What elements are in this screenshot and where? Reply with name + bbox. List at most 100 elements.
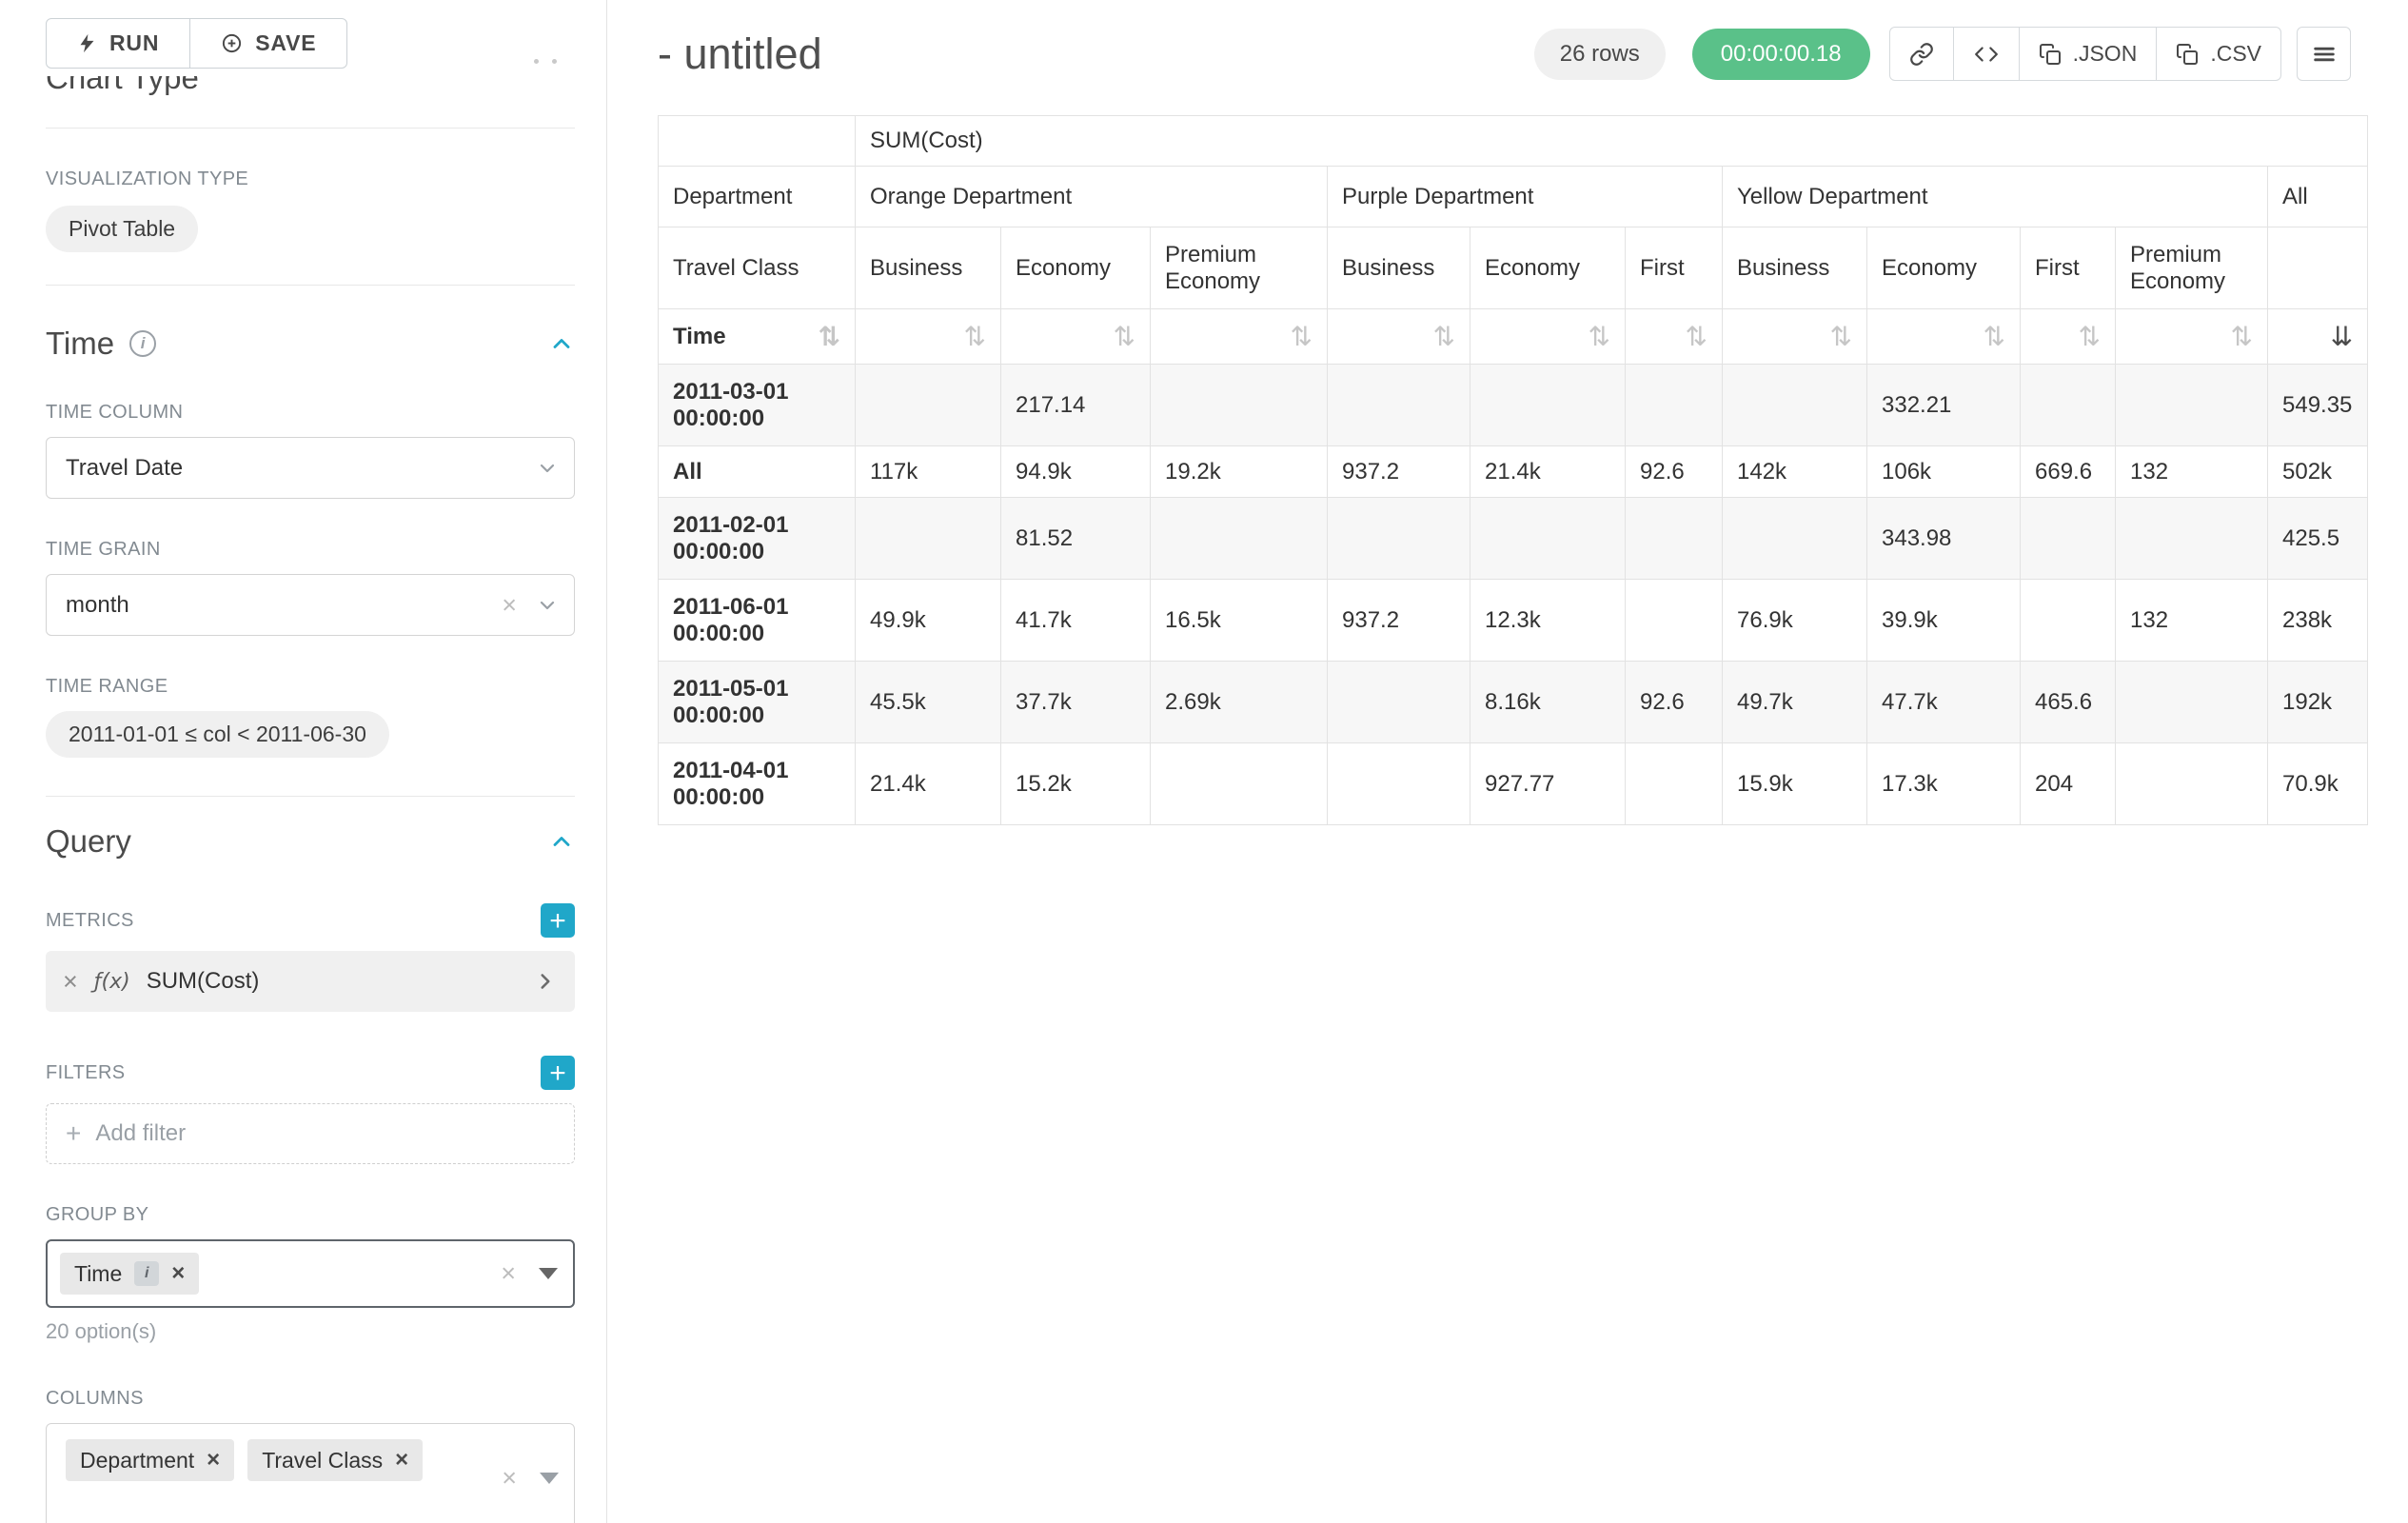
sort-header-cell[interactable]: ⇅ [1001, 309, 1151, 365]
run-button-label: RUN [109, 30, 159, 56]
chevron-up-icon[interactable] [548, 330, 575, 357]
add-metric-button[interactable]: + [541, 903, 575, 938]
time-grain-value: month [66, 592, 129, 619]
remove-tag-icon[interactable]: × [395, 1447, 408, 1474]
remove-tag-icon[interactable]: × [207, 1447, 220, 1474]
sort-header-cell[interactable]: ⇅ [1723, 309, 1867, 365]
sort-icon[interactable]: ⇅ [2231, 324, 2253, 350]
travel-class-header-cell: Economy [1001, 227, 1151, 309]
time-sort-header-cell[interactable]: Time ⇅ [659, 309, 856, 365]
pivot-value-cell [2116, 498, 2268, 580]
pivot-value-cell: 19.2k [1151, 446, 1328, 498]
filters-label: FILTERS [46, 1062, 126, 1084]
chevron-down-icon [536, 457, 559, 480]
pivot-value-cell: 937.2 [1328, 580, 1470, 662]
time-section-header[interactable]: Time i [46, 326, 575, 362]
pivot-value-cell [2116, 743, 2268, 825]
columns-label: COLUMNS [46, 1388, 575, 1410]
sort-icon[interactable]: ⇅ [1589, 324, 1610, 350]
sort-icon[interactable]: ⇅ [2079, 324, 2101, 350]
sort-icon[interactable]: ⇅ [1686, 324, 1707, 350]
query-timer-badge: 00:00:00.18 [1692, 29, 1870, 80]
export-json-button[interactable]: .JSON [2019, 27, 2158, 81]
visualization-type-value[interactable]: Pivot Table [46, 206, 198, 252]
group-by-select[interactable]: Time i × × [46, 1239, 575, 1308]
pivot-row: All117k94.9k19.2k937.221.4k92.6142k106k6… [659, 446, 2368, 498]
export-csv-label: .CSV [2210, 41, 2261, 67]
sort-header-cell[interactable]: ⇅ [2021, 309, 2116, 365]
sort-header-cell[interactable]: ⇊ [2268, 309, 2368, 365]
lightning-icon [77, 31, 97, 55]
pivot-value-cell: 39.9k [1867, 580, 2021, 662]
sort-header-cell[interactable]: ⇅ [1328, 309, 1470, 365]
sort-icon[interactable]: ⇅ [1114, 324, 1135, 350]
clear-icon[interactable]: × [502, 590, 517, 620]
more-options-button[interactable] [2297, 27, 2351, 81]
add-filter-dropzone[interactable]: + Add filter [46, 1103, 575, 1164]
query-section-header[interactable]: Query [46, 823, 575, 860]
sort-icon[interactable]: ⇅ [964, 324, 986, 350]
pivot-value-cell: 549.35 [2268, 365, 2368, 446]
pivot-value-cell: 92.6 [1626, 446, 1723, 498]
pivot-value-cell [1328, 365, 1470, 446]
pivot-value-cell: 2.69k [1151, 662, 1328, 743]
time-column-select[interactable]: Travel Date [46, 437, 575, 499]
chevron-up-icon[interactable] [548, 828, 575, 855]
group-by-tag-time[interactable]: Time i × [60, 1253, 199, 1295]
divider [46, 796, 575, 797]
sort-header-cell[interactable]: ⇅ [856, 309, 1001, 365]
sort-desc-active-icon[interactable]: ⇊ [2331, 324, 2353, 350]
sort-icon[interactable]: ⇅ [1830, 324, 1852, 350]
view-query-button[interactable] [1953, 27, 2020, 81]
columns-select[interactable]: Department × Travel Class × × [46, 1423, 575, 1523]
pivot-value-cell: 49.7k [1723, 662, 1867, 743]
sort-icon[interactable]: ⇅ [1291, 324, 1313, 350]
pivot-value-cell: 92.6 [1626, 662, 1723, 743]
pivot-row-label: 2011-04-01 00:00:00 [659, 743, 856, 825]
pivot-value-cell: 465.6 [2021, 662, 2116, 743]
time-grain-label: TIME GRAIN [46, 539, 575, 561]
sort-header-cell[interactable]: ⇅ [1867, 309, 2021, 365]
sort-header-cell[interactable]: ⇅ [1470, 309, 1626, 365]
sort-header-cell[interactable]: ⇅ [1626, 309, 1723, 365]
chevron-right-icon[interactable] [533, 969, 558, 994]
pivot-value-cell: 132 [2116, 446, 2268, 498]
add-filter-button[interactable]: + [541, 1056, 575, 1090]
travel-class-header-cell: Business [1723, 227, 1867, 309]
pivot-value-cell: 132 [2116, 580, 2268, 662]
query-section-title: Query [46, 823, 131, 860]
sort-header-cell[interactable]: ⇅ [1151, 309, 1328, 365]
clear-icon[interactable]: × [502, 1464, 517, 1493]
export-csv-button[interactable]: .CSV [2156, 27, 2281, 81]
travel-class-header-cell: First [2021, 227, 2116, 309]
time-grain-select[interactable]: month × [46, 574, 575, 636]
sort-header-cell[interactable]: ⇅ [2116, 309, 2268, 365]
filters-label-row: FILTERS + [46, 1056, 575, 1090]
sort-icon[interactable]: ⇅ [1433, 324, 1455, 350]
link-icon [1909, 42, 1934, 67]
save-button[interactable]: SAVE [189, 18, 347, 69]
time-range-value[interactable]: 2011-01-01 ≤ col < 2011-06-30 [46, 711, 389, 758]
pivot-value-cell: 94.9k [1001, 446, 1151, 498]
chart-title[interactable]: - untitled [658, 30, 822, 79]
chart-type-section: Chart Type [46, 76, 575, 112]
code-icon [1973, 42, 2000, 67]
pivot-value-cell: 16.5k [1151, 580, 1328, 662]
sort-icon[interactable]: ⇅ [1984, 324, 2005, 350]
sort-icon[interactable]: ⇅ [819, 324, 840, 350]
remove-metric-icon[interactable]: × [63, 967, 78, 997]
pivot-value-cell: 21.4k [856, 743, 1001, 825]
share-link-button[interactable] [1889, 27, 1954, 81]
department-header-row: Department Orange Department Purple Depa… [659, 167, 2368, 227]
plus-icon: + [66, 1118, 81, 1149]
metric-pill[interactable]: × ƒ(x) SUM(Cost) [46, 951, 575, 1012]
empty-corner-cell [659, 116, 856, 167]
department-group-header: All [2268, 167, 2368, 227]
columns-tag-department[interactable]: Department × [66, 1439, 234, 1481]
remove-tag-icon[interactable]: × [171, 1260, 185, 1287]
run-button[interactable]: RUN [46, 18, 190, 69]
pivot-value-cell [1328, 743, 1470, 825]
columns-tag-travel-class[interactable]: Travel Class × [247, 1439, 423, 1481]
clear-icon[interactable]: × [501, 1259, 516, 1289]
pivot-value-cell [1470, 498, 1626, 580]
